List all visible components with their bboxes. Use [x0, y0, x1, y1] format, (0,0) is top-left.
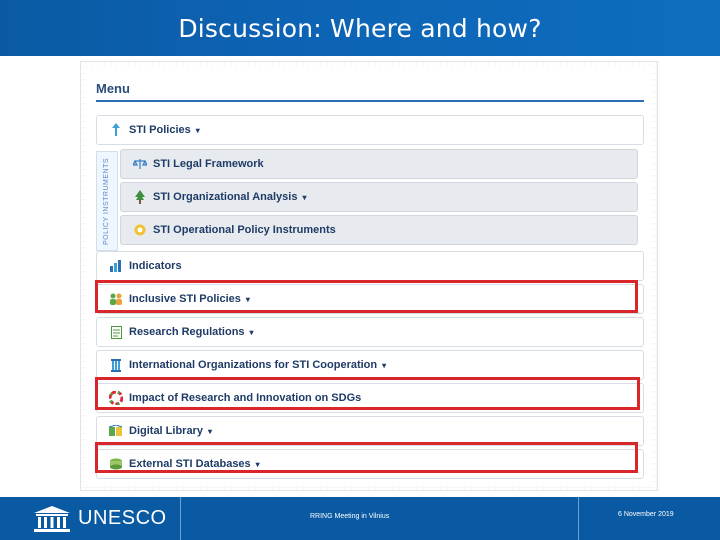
menu-item-international-organizations[interactable]: International Organizations for STI Coop… — [96, 350, 644, 380]
column-icon — [109, 358, 123, 372]
menu-item-research-regulations[interactable]: Research Regulations ▾ — [96, 317, 644, 347]
chevron-down-icon: ▾ — [207, 426, 212, 436]
highlight-external-databases — [95, 442, 638, 473]
slide-footer: UNESCO RRING Meeting in Vilnius 6 Novemb… — [0, 497, 720, 540]
menu-item-label: Digital Library — [129, 425, 203, 437]
highlight-impact-on-sdgs — [95, 377, 640, 410]
footer-date: 6 November 2019 — [618, 511, 674, 518]
pin-icon — [109, 123, 123, 137]
slide-title: Discussion: Where and how? — [178, 13, 542, 43]
chevron-down-icon: ▾ — [195, 125, 200, 135]
menu-item-sti-policies[interactable]: STI Policies ▾ — [96, 115, 644, 145]
menu-item-label: STI Legal Framework — [153, 158, 264, 170]
tree-icon — [133, 190, 147, 204]
side-label-text: POLICY INSTRUMENTS — [103, 157, 111, 245]
unesco-temple-logo-icon — [34, 506, 70, 532]
menu-item-label: STI Operational Policy Instruments — [153, 224, 336, 236]
highlight-inclusive-sti-policies — [95, 280, 638, 313]
chevron-down-icon: ▾ — [302, 192, 307, 202]
menu-item-label: Research Regulations — [129, 326, 245, 338]
menu-screenshot: Menu STI Policies ▾ POLICY INSTRUMENTS S… — [80, 61, 658, 491]
footer-meeting: RRING Meeting in Vilnius — [310, 513, 390, 520]
library-icon — [109, 424, 123, 438]
menu-subitem-operational-instruments[interactable]: STI Operational Policy Instruments — [120, 215, 638, 245]
document-icon — [109, 325, 123, 339]
menu-subitem-organizational-analysis[interactable]: STI Organizational Analysis ▾ — [120, 182, 638, 212]
gear-icon — [133, 223, 147, 237]
policy-instruments-side-label: POLICY INSTRUMENTS — [96, 151, 118, 251]
footer-divider — [578, 497, 579, 540]
menu-item-label: International Organizations for STI Coop… — [129, 359, 378, 371]
chevron-down-icon: ▾ — [382, 360, 387, 370]
menu-item-label: Indicators — [129, 260, 182, 272]
menu-item-label: STI Policies — [129, 124, 191, 136]
menu-panel: Menu STI Policies ▾ POLICY INSTRUMENTS S… — [86, 67, 652, 485]
chevron-down-icon: ▾ — [249, 327, 254, 337]
footer-divider — [180, 497, 181, 540]
unesco-brand: UNESCO — [78, 507, 167, 529]
slide-title-bar: Discussion: Where and how? — [0, 0, 720, 56]
menu-item-label: STI Organizational Analysis — [153, 191, 298, 203]
menu-heading: Menu — [96, 81, 644, 102]
bar-chart-icon — [109, 259, 123, 273]
menu-subitem-legal-framework[interactable]: STI Legal Framework — [120, 149, 638, 179]
scales-icon — [133, 157, 147, 171]
menu-item-indicators[interactable]: Indicators — [96, 251, 644, 281]
